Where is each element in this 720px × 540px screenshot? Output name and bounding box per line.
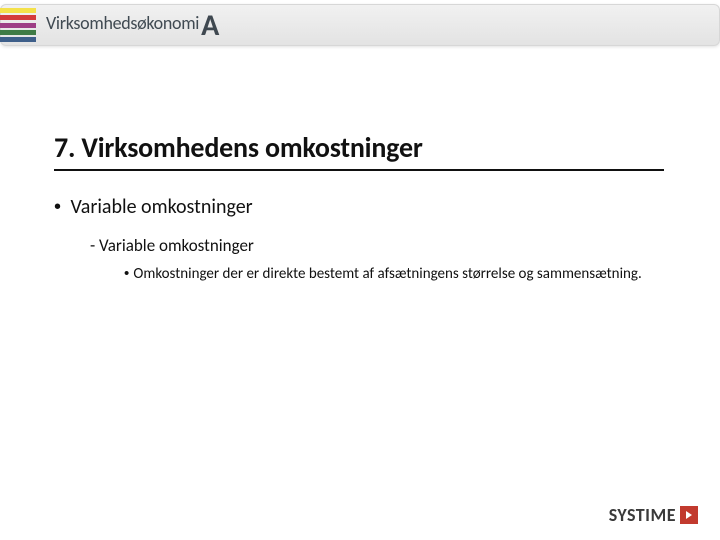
brand-stripes-icon [0, 8, 36, 42]
content-area: 7. Virksomhedens omkostninger • Variable… [54, 130, 680, 285]
brand-word-2: økonomi [137, 12, 199, 34]
bullet-level-1: • Variable omkostninger [54, 195, 680, 219]
bullet-level-3-text: Omkostninger der er direkte bestemt af a… [133, 265, 641, 283]
footer-brand-text: SYSTIME [609, 504, 676, 526]
bullet-dot-icon: • [54, 196, 66, 219]
bullet-level-1-text: Variable omkostninger [71, 195, 253, 219]
bullet-dot-icon: • [124, 265, 133, 282]
slide: VirksomhedsøkonomiA 7. Virksomhedens omk… [0, 0, 720, 540]
bullet-level-2: - Variable omkostninger [90, 235, 680, 256]
brand-level-letter: A [201, 17, 219, 35]
footer-logo: SYSTIME [609, 504, 698, 526]
bullet-level-2-text: - Variable omkostninger [90, 235, 254, 256]
footer-arrow-icon [680, 506, 698, 524]
brand-word-1: Virksomheds [46, 12, 137, 34]
brand-title: VirksomhedsøkonomiA [46, 12, 219, 35]
slide-title: 7. Virksomhedens omkostninger [54, 130, 664, 171]
bullet-level-3: • Omkostninger der er direkte bestemt af… [124, 264, 664, 285]
